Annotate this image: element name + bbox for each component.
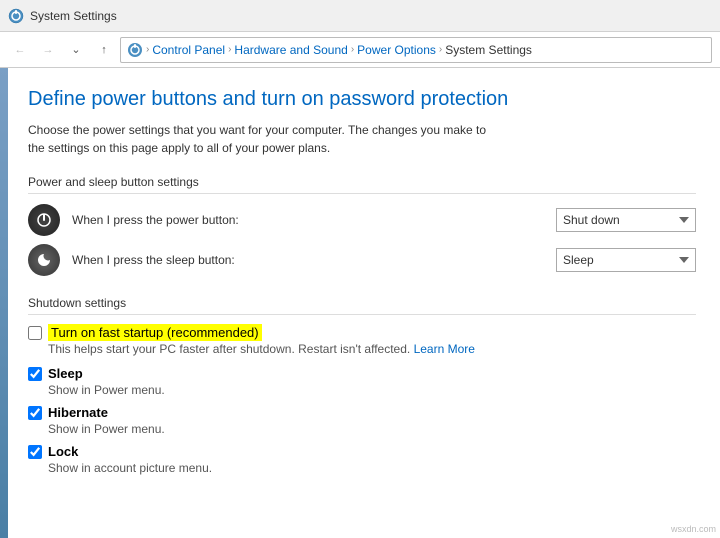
power-button-dropdown[interactable]: Do nothing Sleep Hibernate Shut down Tur… (556, 208, 696, 232)
sleep-checkbox[interactable] (28, 367, 42, 381)
main-content: Define power buttons and turn on passwor… (0, 68, 720, 538)
hibernate-checkbox[interactable] (28, 406, 42, 420)
breadcrumb-hardware-sound[interactable]: Hardware and Sound (234, 43, 347, 57)
breadcrumb: › Control Panel › Hardware and Sound › P… (120, 37, 712, 63)
sleep-label[interactable]: Sleep (48, 366, 83, 381)
fast-startup-item: Turn on fast startup (recommended) This … (28, 325, 696, 356)
hibernate-item: Hibernate Show in Power menu. (28, 405, 696, 436)
hibernate-label[interactable]: Hibernate (48, 405, 108, 420)
fast-startup-highlight-text: Turn on fast startup (recommended) (48, 324, 262, 341)
power-button-label: When I press the power button: (72, 213, 544, 227)
breadcrumb-icon (127, 42, 143, 58)
title-bar: System Settings (0, 0, 720, 32)
breadcrumb-sep-0: › (146, 44, 149, 55)
page-title: Define power buttons and turn on passwor… (28, 88, 696, 111)
sleep-sub-label: Show in Power menu. (48, 383, 696, 397)
hibernate-label-row: Hibernate (28, 405, 696, 420)
button-settings-section: Power and sleep button settings When I p… (28, 175, 696, 276)
power-button-icon (28, 204, 60, 236)
watermark: wsxdn.com (671, 524, 716, 534)
breadcrumb-current: System Settings (445, 43, 532, 57)
address-bar: ← → ⌄ ↑ › Control Panel › Hardware and S… (0, 32, 720, 68)
breadcrumb-power-options[interactable]: Power Options (357, 43, 436, 57)
lock-label-row: Lock (28, 444, 696, 459)
breadcrumb-sep-3: › (439, 44, 442, 55)
lock-item: Lock Show in account picture menu. (28, 444, 696, 475)
sleep-button-row: When I press the sleep button: Do nothin… (28, 244, 696, 276)
breadcrumb-sep-2: › (351, 44, 354, 55)
lock-checkbox[interactable] (28, 445, 42, 459)
fast-startup-description: This helps start your PC faster after sh… (48, 342, 696, 356)
fast-startup-checkbox[interactable] (28, 326, 42, 340)
power-section-header: Power and sleep button settings (28, 175, 696, 194)
sleep-button-icon (28, 244, 60, 276)
sleep-button-dropdown[interactable]: Do nothing Sleep Hibernate Shut down Tur… (556, 248, 696, 272)
fast-startup-label-row: Turn on fast startup (recommended) (28, 325, 696, 340)
shutdown-settings-section: Shutdown settings Turn on fast startup (… (28, 296, 696, 475)
power-button-row: When I press the power button: Do nothin… (28, 204, 696, 236)
sleep-item: Sleep Show in Power menu. (28, 366, 696, 397)
app-icon (8, 8, 24, 24)
learn-more-link[interactable]: Learn More (414, 342, 475, 356)
back-button[interactable]: ← (8, 38, 32, 62)
lock-sub-label: Show in account picture menu. (48, 461, 696, 475)
shutdown-section-header: Shutdown settings (28, 296, 696, 315)
title-bar-text: System Settings (30, 9, 117, 23)
page-description: Choose the power settings that you want … (28, 121, 488, 157)
fast-startup-label[interactable]: Turn on fast startup (recommended) (48, 325, 262, 340)
breadcrumb-control-panel[interactable]: Control Panel (152, 43, 225, 57)
up-button[interactable]: ↑ (92, 38, 116, 62)
sidebar-accent (0, 68, 8, 538)
hibernate-sub-label: Show in Power menu. (48, 422, 696, 436)
breadcrumb-sep-1: › (228, 44, 231, 55)
lock-label[interactable]: Lock (48, 444, 78, 459)
recent-pages-button[interactable]: ⌄ (64, 38, 88, 62)
sleep-label-row: Sleep (28, 366, 696, 381)
forward-button[interactable]: → (36, 38, 60, 62)
sleep-button-label: When I press the sleep button: (72, 253, 544, 267)
content-area: Define power buttons and turn on passwor… (8, 68, 720, 538)
